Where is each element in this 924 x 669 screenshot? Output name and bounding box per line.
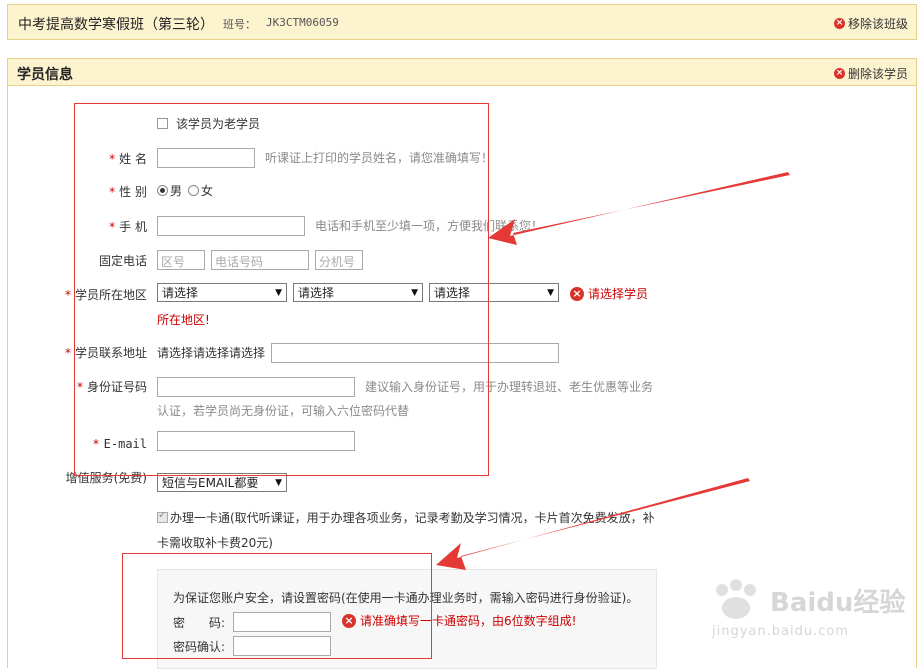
paw-icon <box>716 579 756 619</box>
watermark-url: jingyan.baidu.com <box>712 624 849 639</box>
watermark-brand: Baidu经验 <box>770 587 906 618</box>
annotation-arrow-top <box>488 172 790 245</box>
annotation-arrows <box>436 172 790 570</box>
baidu-watermark: Baidu经验 <box>708 578 905 622</box>
annotation-arrow-bottom <box>436 478 750 570</box>
